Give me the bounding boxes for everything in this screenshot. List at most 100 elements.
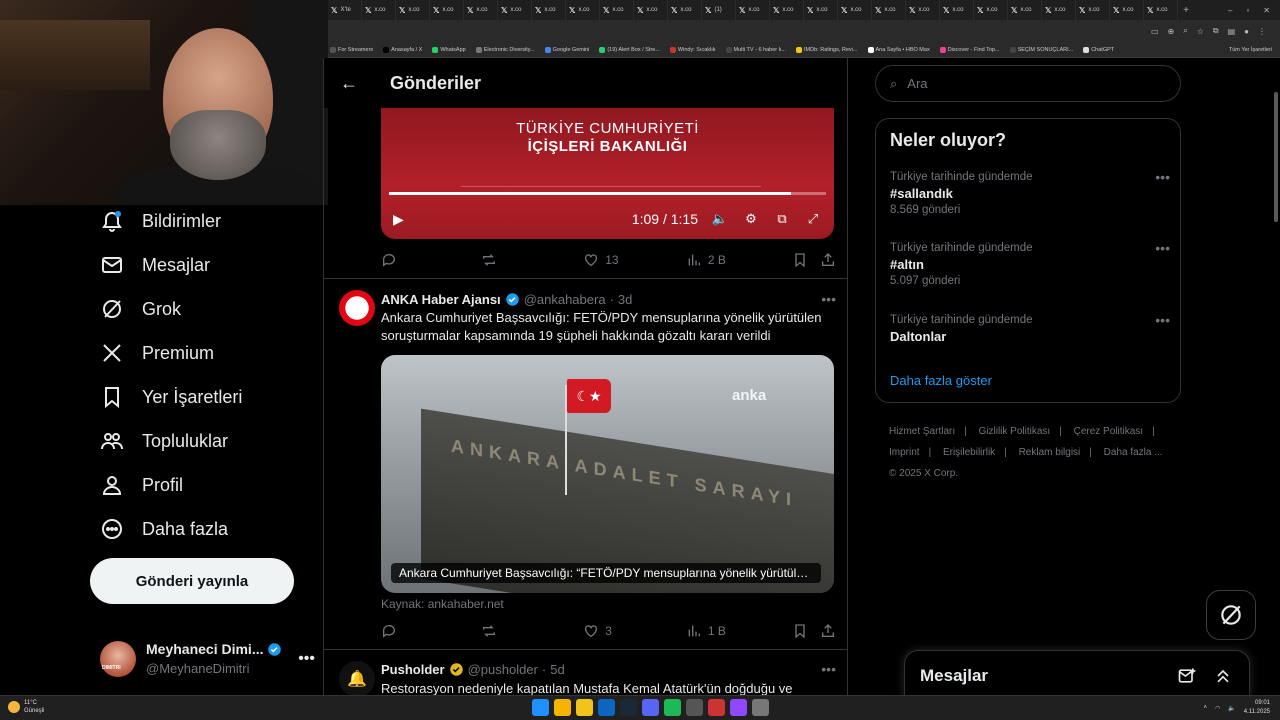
all-bookmarks-folder[interactable]: Tüm Yer İşaretleri xyxy=(1229,47,1280,53)
footer-link[interactable]: Hizmet Şartları xyxy=(889,426,955,437)
app-icon[interactable] xyxy=(598,699,615,716)
browser-tab[interactable]: 𝕏 (1) xyxy=(702,0,736,20)
maximize-icon[interactable]: ▫ xyxy=(1246,6,1249,15)
discord-icon[interactable] xyxy=(642,699,659,716)
video-progress-bar[interactable] xyxy=(389,192,826,195)
start-icon[interactable] xyxy=(532,699,549,716)
fullscreen-icon[interactable]: ⤢ xyxy=(803,211,823,227)
clock[interactable]: 09:01 4.11.2025 xyxy=(1244,699,1270,717)
browser-tab[interactable]: 𝕏x.co xyxy=(1042,0,1076,20)
post-more-icon[interactable]: ••• xyxy=(821,291,836,307)
browser-tab[interactable]: 𝕏x.co xyxy=(1008,0,1042,20)
footer-link[interactable]: Imprint xyxy=(889,447,920,458)
bookmark-item[interactable]: ChatGPT xyxy=(1083,46,1114,53)
pip-icon[interactable]: ⧉ xyxy=(772,211,792,227)
trend-more-icon[interactable]: ••• xyxy=(1155,312,1170,328)
star-icon[interactable]: ☆ xyxy=(1197,27,1204,36)
browser-tab[interactable]: 𝕏x.co xyxy=(634,0,668,20)
chrome-icon[interactable] xyxy=(554,699,571,716)
search-page-icon[interactable]: ⌕ xyxy=(1183,26,1187,36)
bookmark-item[interactable]: Electronic Diversity... xyxy=(475,46,535,53)
menu-icon[interactable]: ⋮ xyxy=(1258,27,1266,36)
chevron-up-double-icon[interactable] xyxy=(1213,666,1233,686)
bookmark-item[interactable]: For Streamers xyxy=(330,46,373,53)
volume-icon[interactable]: 🔈 xyxy=(1228,705,1235,712)
bookmark-item[interactable]: WhatsApp xyxy=(432,46,466,53)
nav-item-notifications[interactable]: Bildirimler xyxy=(88,203,233,239)
browser-tab[interactable]: 𝕏x.co xyxy=(1076,0,1110,20)
bookmark-item[interactable]: (19) Alert Box / Stre... xyxy=(599,46,660,53)
browser-tab[interactable]: 𝕏x.co xyxy=(668,0,702,20)
reply-button[interactable] xyxy=(381,252,481,268)
browser-tab[interactable]: 𝕏x.co xyxy=(770,0,804,20)
bookmark-button[interactable] xyxy=(792,623,820,639)
repost-button[interactable] xyxy=(481,623,584,639)
footer-link[interactable]: Çerez Politikası xyxy=(1074,426,1143,437)
app-icon[interactable] xyxy=(686,699,703,716)
browser-tab[interactable]: 𝕏x.co xyxy=(974,0,1008,20)
cast-icon[interactable]: ▭ xyxy=(1151,27,1159,36)
share-button[interactable] xyxy=(820,252,836,268)
footer-link[interactable]: Daha fazla ... xyxy=(1104,447,1163,458)
bookmark-item[interactable]: Windy: Sıcaklık xyxy=(669,46,716,53)
footer-link[interactable]: Gizlilik Politikası xyxy=(979,426,1051,437)
settings-gear-icon[interactable]: ⚙ xyxy=(741,211,761,227)
nav-item-more[interactable]: Daha fazla xyxy=(88,511,240,547)
like-button[interactable]: 3 xyxy=(583,623,686,639)
account-switcher[interactable]: DIMITRI Meyhaneci Dimi... @MeyhaneDimitr… xyxy=(100,635,315,683)
browser-tab[interactable]: 𝕏x.co xyxy=(906,0,940,20)
views-button[interactable]: 1 B xyxy=(686,623,793,639)
pusholder-avatar[interactable]: 🔔 xyxy=(339,661,375,695)
spotify-icon[interactable] xyxy=(664,699,681,716)
file-explorer-icon[interactable] xyxy=(576,699,593,716)
browser-tab[interactable]: 𝕏x.co xyxy=(532,0,566,20)
browser-tab[interactable]: 𝕏x.co xyxy=(940,0,974,20)
pusholder-post-age[interactable]: 5d xyxy=(550,662,564,677)
browser-tab[interactable]: 𝕏x.co xyxy=(600,0,634,20)
bookmark-item[interactable]: IMDb: Ratings, Revi... xyxy=(796,46,858,53)
obs-icon[interactable] xyxy=(708,699,725,716)
page-scrollbar[interactable] xyxy=(1272,62,1280,695)
repost-button[interactable] xyxy=(481,252,584,268)
minimize-icon[interactable]: – xyxy=(1228,6,1232,15)
browser-tab[interactable]: 𝕏x.co xyxy=(1110,0,1144,20)
link-source[interactable]: Kaynak: ankahaber.net xyxy=(381,597,504,611)
new-message-icon[interactable] xyxy=(1177,666,1197,686)
bookmark-item[interactable]: SEÇİM SONUÇLARI... xyxy=(1009,46,1073,53)
close-icon[interactable]: ✕ xyxy=(1263,6,1270,15)
twitch-icon[interactable] xyxy=(730,699,747,716)
browser-tab[interactable]: 𝕏x.co xyxy=(396,0,430,20)
wifi-icon[interactable]: ◠ xyxy=(1215,705,1220,712)
trend-more-icon[interactable]: ••• xyxy=(1155,240,1170,256)
bookmark-item[interactable]: Multi TV - 6 haber k... xyxy=(725,46,786,53)
like-button[interactable]: 13 xyxy=(583,252,686,268)
browser-tab[interactable]: 𝕏x.co xyxy=(736,0,770,20)
steam-icon[interactable] xyxy=(620,699,637,716)
extensions-icon[interactable]: ⧉ xyxy=(1213,26,1219,36)
nav-item-communities[interactable]: Topluluklar xyxy=(88,423,240,459)
nav-item-grok[interactable]: Grok xyxy=(88,291,193,327)
bookmark-item[interactable]: Google Gemini xyxy=(544,46,589,53)
bookmark-item[interactable]: Anasayfa / X xyxy=(383,46,422,53)
new-tab-button[interactable]: + xyxy=(1178,5,1194,16)
bookmark-item[interactable]: Ana Sayfa • HBO Max xyxy=(867,46,930,53)
trend-item[interactable]: Türkiye tarihinde gündemde #altın 5.097 … xyxy=(890,240,1170,287)
browser-tab[interactable]: 𝕏x.co xyxy=(362,0,396,20)
account-more-icon[interactable]: ••• xyxy=(298,650,315,668)
anka-post-image[interactable]: ANKARA ADALET SARAYI ☾★ anka Ankara Cumh… xyxy=(381,355,834,593)
views-button[interactable]: 2 B xyxy=(686,252,793,268)
weather-widget[interactable]: 11°C Güneşli xyxy=(8,699,44,715)
browser-tab[interactable]: 𝕏x.co xyxy=(804,0,838,20)
scrollbar-thumb[interactable] xyxy=(1274,92,1278,222)
sidebar-icon[interactable]: ▤ xyxy=(1228,27,1236,36)
profile-icon[interactable]: ● xyxy=(1244,27,1249,36)
anka-post-age[interactable]: 3d xyxy=(618,292,632,307)
browser-tab[interactable]: 𝕏x.co xyxy=(464,0,498,20)
anka-display-name[interactable]: ANKA Haber Ajansı xyxy=(381,292,501,307)
show-more-link[interactable]: Daha fazla göster xyxy=(890,373,992,388)
bookmark-item[interactable]: Discover - Find Top... xyxy=(939,46,1000,53)
browser-tab[interactable]: 𝕏x.co xyxy=(1144,0,1178,20)
post-more-icon[interactable]: ••• xyxy=(821,661,836,677)
trend-item[interactable]: Türkiye tarihinde gündemde Daltonlar ••• xyxy=(890,312,1170,344)
anka-avatar[interactable] xyxy=(339,290,375,326)
